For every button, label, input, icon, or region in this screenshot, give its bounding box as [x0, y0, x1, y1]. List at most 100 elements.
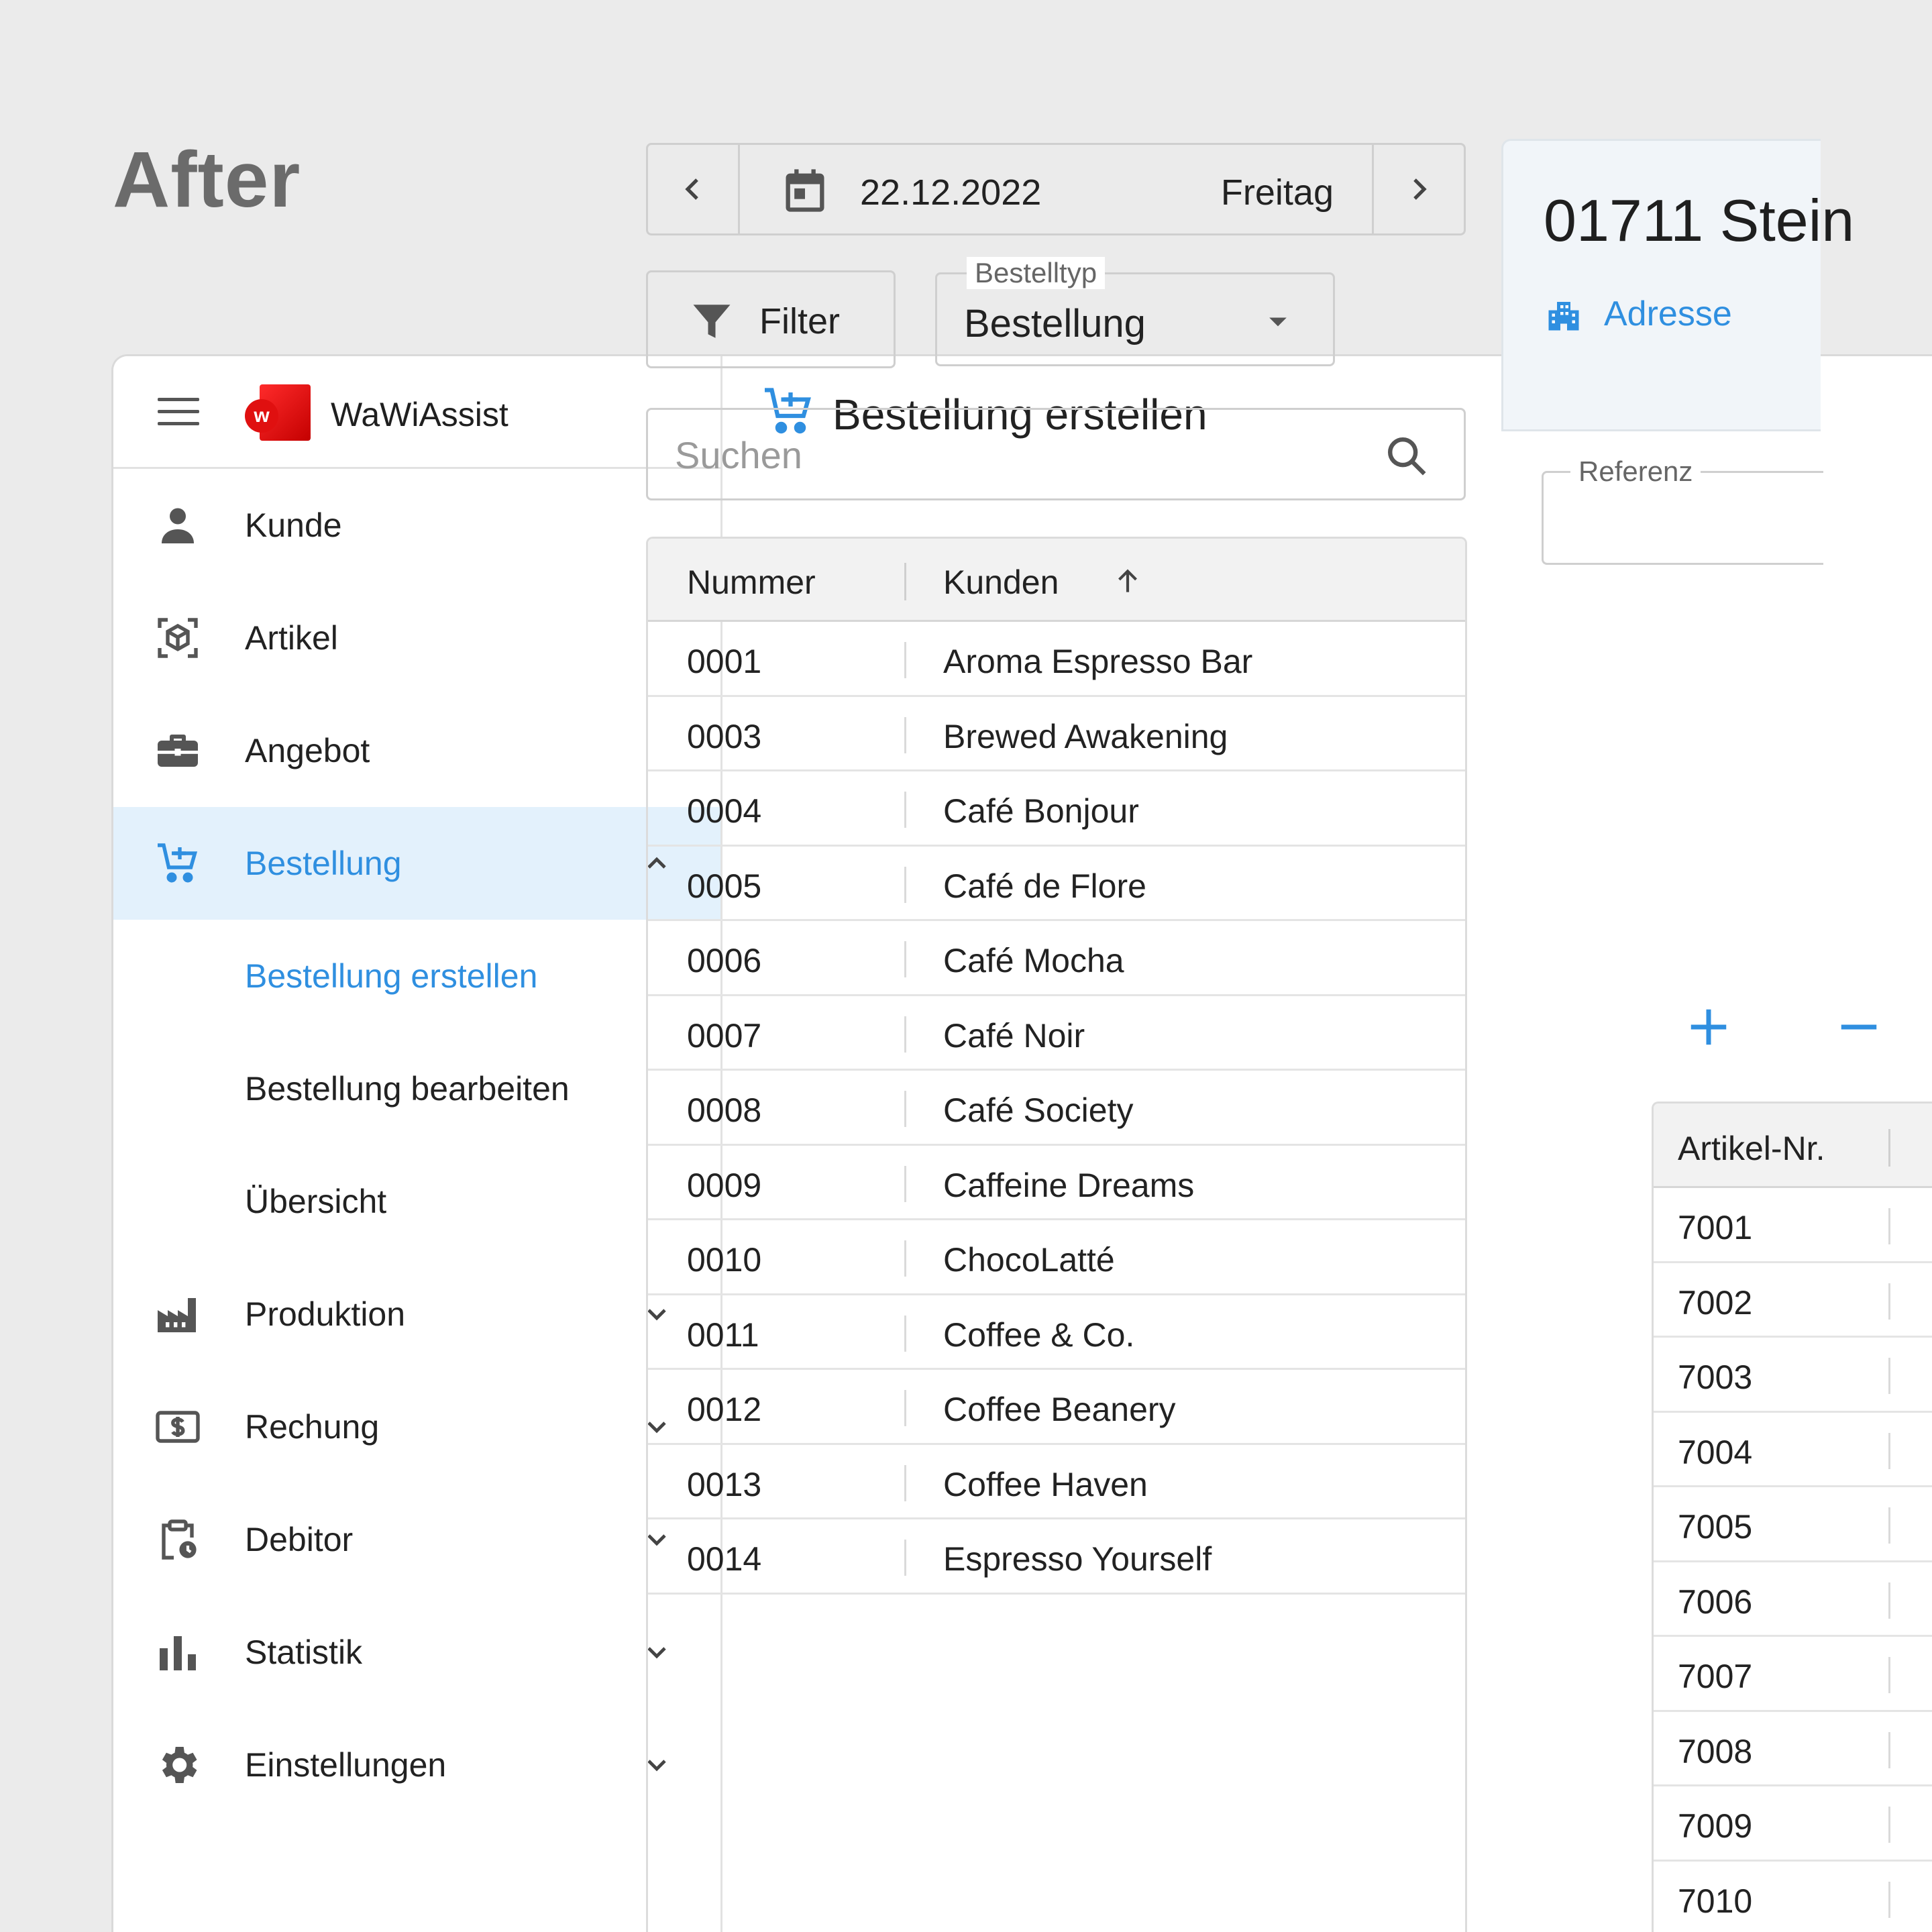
table-row[interactable]: 0010 ChocoLatté	[648, 1220, 1465, 1295]
column-divider[interactable]	[904, 563, 906, 600]
sidebar-subitem-uebersicht[interactable]: Übersicht	[113, 1145, 720, 1258]
remove-item-icon[interactable]	[1835, 1004, 1882, 1051]
column-divider	[1888, 1208, 1890, 1244]
sidebar-item-einstellungen[interactable]: Einstellungen	[113, 1709, 720, 1821]
search-input[interactable]	[675, 426, 1346, 484]
table-row[interactable]: 0003 Brewed Awakening	[648, 697, 1465, 771]
referenz-legend: Referenz	[1570, 455, 1701, 488]
table-row[interactable]: 7002	[1654, 1263, 1932, 1338]
filter-button-label: Filter	[759, 301, 840, 341]
sidebar-subitem-bestellung-bearbeiten[interactable]: Bestellung bearbeiten	[113, 1032, 720, 1145]
clipboard-clock-icon	[162, 1519, 197, 1560]
column-divider	[904, 1240, 906, 1277]
customer-name: Café Noir	[943, 1016, 1085, 1055]
order-detail-header: 01711 Stein Adresse	[1501, 139, 1854, 431]
table-row[interactable]: 0007 Café Noir	[648, 996, 1465, 1071]
column-divider[interactable]	[1888, 1129, 1890, 1167]
table-row[interactable]: 7007	[1654, 1637, 1932, 1712]
calendar-icon[interactable]	[780, 165, 830, 216]
article-number: 7009	[1678, 1807, 1753, 1845]
column-header-artikel-nr[interactable]: Artikel-Nr.	[1678, 1129, 1825, 1168]
sidebar-item-produktion[interactable]: Produktion	[113, 1258, 720, 1371]
customer-number: 0012	[687, 1391, 762, 1428]
previous-day-button[interactable]	[648, 145, 740, 233]
table-row[interactable]: 7004	[1654, 1413, 1932, 1487]
gear-icon	[162, 1747, 197, 1783]
sidebar-subitem-bestellung-erstellen[interactable]: Bestellung erstellen	[113, 920, 720, 1032]
customer-name: Café Bonjour	[943, 792, 1139, 830]
customer-number: 0009	[687, 1166, 762, 1204]
customer-number: 0001	[687, 643, 762, 680]
address-link[interactable]: Adresse	[1604, 294, 1732, 334]
customer-table: Nummer Kunden 0001 Aroma Espresso Bar 000…	[646, 537, 1467, 1932]
table-row[interactable]: 0011 Coffee & Co.	[648, 1295, 1465, 1370]
sidebar-item-label: Debitor	[245, 1521, 354, 1558]
column-divider	[904, 1540, 906, 1576]
add-item-icon[interactable]	[1685, 1004, 1732, 1051]
table-row[interactable]: 0014 Espresso Yourself	[648, 1519, 1465, 1595]
sidebar-item-label: Kunde	[245, 506, 342, 544]
column-divider	[1888, 1507, 1890, 1544]
sidebar-item-debitor[interactable]: Debitor	[113, 1483, 720, 1596]
customer-name: ChocoLatté	[943, 1241, 1115, 1279]
search-icon[interactable]	[1383, 433, 1430, 480]
selected-date[interactable]: 22.12.2022	[860, 172, 1041, 213]
table-row[interactable]: 0004 Café Bonjour	[648, 771, 1465, 847]
bestelltyp-select[interactable]: Bestelltyp Bestellung	[935, 257, 1335, 366]
referenz-field[interactable]: Referenz	[1542, 455, 1823, 565]
selected-weekday: Freitag	[1220, 172, 1334, 213]
column-divider	[1888, 1283, 1890, 1320]
customer-number: 0008	[687, 1091, 762, 1129]
customer-name: Café Society	[943, 1091, 1134, 1129]
column-header-kunden[interactable]: Kunden	[943, 563, 1059, 602]
column-divider	[1888, 1657, 1890, 1693]
sidebar-item-bestellung[interactable]: Bestellung	[113, 807, 720, 920]
customer-name: Aroma Espresso Bar	[943, 643, 1253, 680]
table-row[interactable]: 7005	[1654, 1487, 1932, 1562]
column-header-nummer[interactable]: Nummer	[687, 563, 816, 602]
table-row[interactable]: 0009 Caffeine Dreams	[648, 1146, 1465, 1220]
bar-chart-icon	[160, 1636, 196, 1670]
table-row[interactable]: 7003	[1654, 1338, 1932, 1413]
table-row[interactable]: 0001 Aroma Espresso Bar	[648, 622, 1465, 697]
table-row[interactable]: 0008 Café Society	[648, 1071, 1465, 1146]
table-row[interactable]: 0013 Coffee Haven	[648, 1445, 1465, 1519]
next-day-button[interactable]	[1372, 145, 1464, 233]
table-row[interactable]: 7006	[1654, 1562, 1932, 1637]
table-row[interactable]: 0006 Café Mocha	[648, 921, 1465, 996]
table-row[interactable]: 0005 Café de Flore	[648, 847, 1465, 921]
sidebar-item-label: Produktion	[245, 1295, 406, 1333]
table-row[interactable]: 7008	[1654, 1712, 1932, 1786]
table-header: Artikel-Nr.	[1654, 1104, 1932, 1188]
table-row[interactable]: 0012 Coffee Beanery	[648, 1370, 1465, 1445]
menu-icon[interactable]	[158, 398, 199, 426]
customer-number: 0003	[687, 717, 762, 755]
customer-number: 0004	[687, 792, 762, 830]
sidebar-item-label: Statistik	[245, 1633, 363, 1671]
chevron-left-icon	[685, 178, 698, 200]
dollar-bill-icon	[156, 1411, 200, 1443]
sidebar-item-kunde[interactable]: Kunde	[113, 469, 720, 582]
sidebar-item-statistik[interactable]: Statistik	[113, 1596, 720, 1709]
table-row[interactable]: 7009	[1654, 1786, 1932, 1862]
building-icon	[1548, 302, 1579, 331]
table-header: Nummer Kunden	[648, 539, 1465, 622]
sidebar-item-artikel[interactable]: Artikel	[113, 582, 720, 694]
search-box	[646, 408, 1466, 500]
sidebar-item-angebot[interactable]: Angebot	[113, 694, 720, 807]
column-divider	[904, 1464, 906, 1501]
column-divider	[904, 792, 906, 828]
filter-button[interactable]: Filter	[646, 270, 896, 368]
sort-ascending-icon[interactable]	[1111, 564, 1144, 598]
bestelltyp-legend: Bestelltyp	[967, 257, 1106, 289]
customer-name: Espresso Yourself	[943, 1540, 1212, 1578]
table-row[interactable]: 7001	[1654, 1188, 1932, 1263]
sidebar-item-rechung[interactable]: Rechung	[113, 1371, 720, 1483]
table-row[interactable]: 7010	[1654, 1862, 1932, 1932]
customer-number: 0011	[687, 1316, 759, 1354]
article-table: Artikel-Nr. 7001 7002 7003 7004 7005 700…	[1652, 1102, 1932, 1932]
article-number: 7010	[1678, 1882, 1753, 1920]
customer-name: Café de Flore	[943, 867, 1146, 905]
column-divider	[904, 1390, 906, 1426]
customer-name: Caffeine Dreams	[943, 1166, 1195, 1204]
